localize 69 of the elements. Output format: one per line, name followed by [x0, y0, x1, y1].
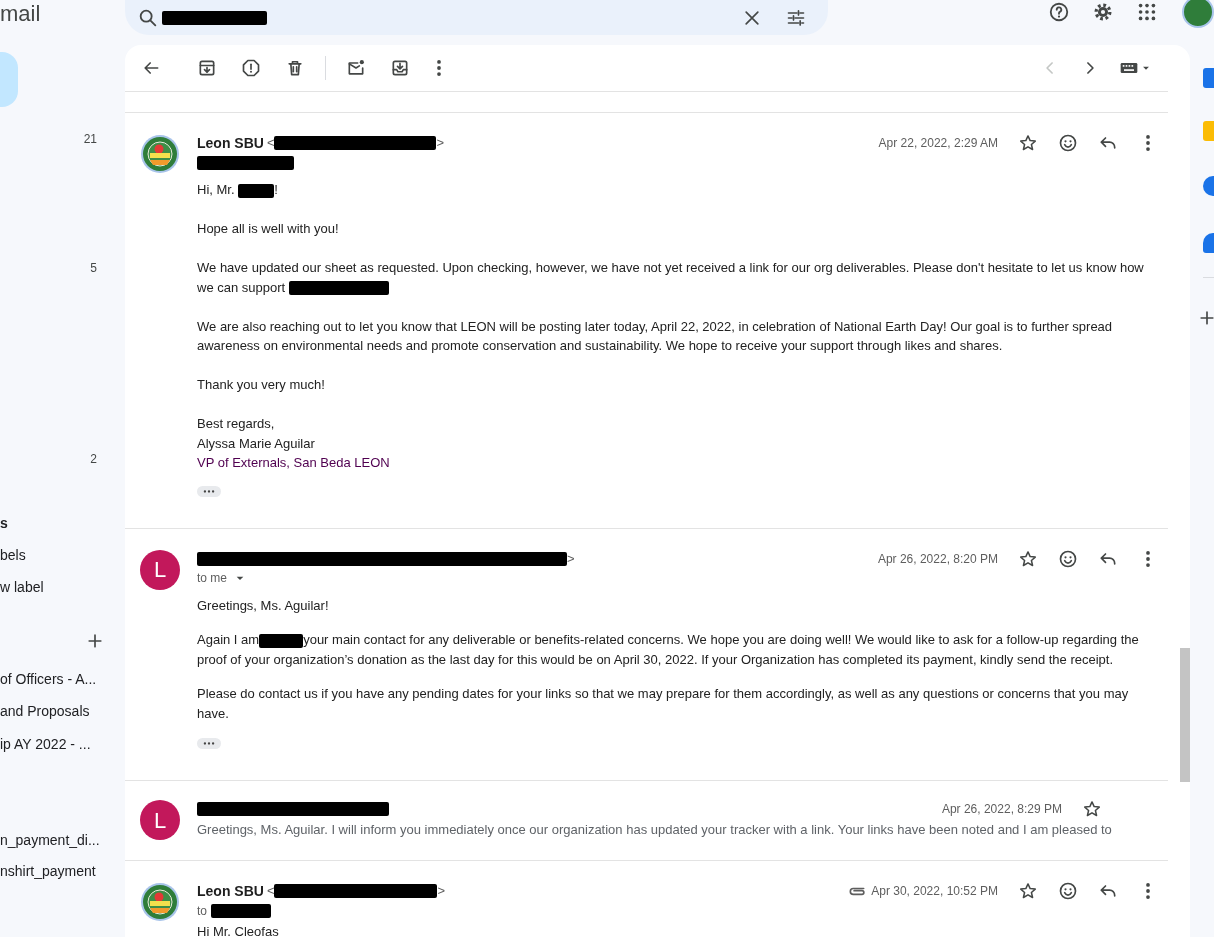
message-date: Apr 30, 2022, 10:52 PM: [871, 883, 998, 900]
message-text: Best regards,: [197, 415, 276, 433]
sidebar-label[interactable]: and Proposals: [0, 700, 90, 722]
sidebar-label[interactable]: bels: [0, 544, 26, 566]
message-text: Hope all is well with you!: [197, 220, 340, 238]
mail-dot-icon: [346, 58, 366, 78]
message-text: Alyssa Marie Aguilar: [197, 434, 316, 453]
show-trimmed-button[interactable]: [197, 485, 221, 497]
settings-icon: [1092, 1, 1114, 23]
smiley-icon: [1058, 881, 1078, 901]
show-trimmed-button[interactable]: [197, 738, 221, 749]
sidebar-label[interactable]: ip AY 2022 - ...: [0, 733, 91, 755]
ellipsis-icon: [202, 487, 216, 495]
email-bracket: >: [436, 134, 445, 153]
star-icon: [1018, 133, 1038, 153]
email-bracket: <: [266, 882, 275, 901]
search-field[interactable]: [125, 0, 828, 35]
sidebar-item[interactable]: 5: [0, 252, 125, 284]
sender-name: Leon SBU: [197, 881, 264, 901]
archive-icon: [197, 58, 217, 78]
sender-name: Leon SBU: [197, 133, 264, 153]
grid-icon: [1136, 1, 1158, 23]
recipient-text: to: [197, 902, 207, 920]
sliders-icon: [786, 7, 806, 28]
redaction-bar: [211, 903, 271, 918]
signature-link[interactable]: VP of Externals, San Beda LEON: [197, 455, 390, 470]
email-bracket: >: [567, 549, 575, 568]
avatar: [140, 882, 180, 922]
avatar: L: [140, 800, 180, 840]
sidebar-item[interactable]: 2: [0, 443, 125, 475]
message-text: Greetings, Ms. Aguilar!: [197, 596, 330, 615]
message-date: Apr 26, 2022, 8:20 PM: [877, 550, 998, 568]
message-date: Apr 26, 2022, 8:29 PM: [941, 801, 1062, 818]
star-icon: [1018, 881, 1038, 901]
message-snippet: Greetings, Ms. Aguilar. I will inform you immediately once our organization has updated your tracker with a link. Your links have been noted and I am pleased to: [197, 821, 1112, 839]
smiley-icon: [1058, 133, 1078, 153]
avatar: L: [140, 549, 180, 590]
app-name: mail: [0, 0, 42, 28]
more-icon: [1146, 883, 1150, 899]
help-icon: [1048, 1, 1070, 23]
ellipsis-icon: [202, 740, 216, 747]
star-icon: [1018, 548, 1038, 569]
message-text: Please do contact us if you have any pending dates for your links so that we may prepare for them accordingly, as well as any questions or concerns that you may have.: [197, 685, 1130, 723]
more-icon: [1146, 135, 1150, 151]
sidebar-item[interactable]: 21: [0, 123, 125, 155]
more-icon: [1146, 550, 1150, 567]
email-bracket: >: [437, 882, 446, 901]
sidebar-label[interactable]: nshirt_payment: [0, 860, 96, 882]
avatar: [140, 134, 180, 174]
email-bracket: <: [266, 134, 275, 153]
message-text: Hi Mr. Cleofas: [197, 924, 280, 937]
sidebar-label[interactable]: w label: [0, 576, 44, 598]
message-text: Thank you very much!: [197, 376, 326, 394]
trash-icon: [285, 58, 305, 78]
smiley-icon: [1058, 548, 1078, 569]
recipient-text: to me: [197, 570, 227, 587]
message-text: We are also reaching out to let you know that LEON will be posting later today, April 22, 2022, in celebration of National Earth Day! Our goal is to further spread awareness on environmental needs and promote conservation and sustainability. We hope to receive your support through likes and shares.: [197, 317, 1114, 355]
account-avatar[interactable]: [1182, 0, 1214, 28]
sidebar-label[interactable]: of Officers - A...: [0, 668, 97, 690]
section-heading: s: [0, 513, 8, 533]
report-icon: [241, 58, 261, 78]
sidebar-label[interactable]: n_payment_di...: [0, 829, 100, 851]
message-text: Hi, Mr. !: [197, 181, 279, 200]
more-icon: [437, 60, 441, 76]
scrollbar-thumb[interactable]: [1180, 648, 1190, 782]
message-text: We have updated our sheet as requested. Upon checking, however, we have not yet received a link for our org deliverables. Please don't hesitate to let us know how we can support: [197, 259, 1145, 297]
message-text: Again I am your main contact for any deliverable or benefits-related concerns. We hope you are doing well! We would like to ask for a follow-up regarding the proof of your organization’s donation as the last day for this would be on April 30, 2022. If your Organization has completed its payment, kindly send the receipt.: [197, 631, 1140, 669]
message-date: Apr 22, 2022, 2:29 AM: [878, 135, 998, 152]
star-icon: [1082, 799, 1102, 819]
